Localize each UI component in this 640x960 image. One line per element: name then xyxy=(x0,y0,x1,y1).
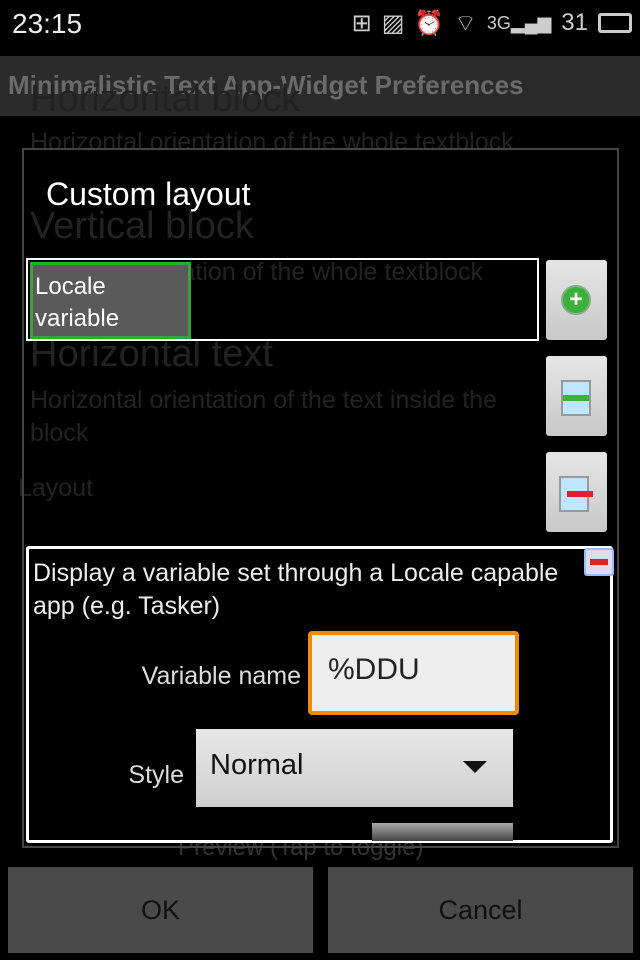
list-item[interactable]: Locale variable xyxy=(30,262,191,339)
clock: 23:15 xyxy=(12,8,83,39)
variable-name-label: Variable name xyxy=(141,662,301,690)
insert-icon xyxy=(561,380,591,416)
pref-title: Horizontal block xyxy=(30,78,301,120)
alarm-icon: ⏰ xyxy=(414,9,445,37)
style-dropdown[interactable]: Normal xyxy=(196,729,513,807)
dialog-title: Custom layout xyxy=(46,176,251,212)
partial-button[interactable] xyxy=(372,823,513,841)
wifi-icon: ⌔ xyxy=(454,10,477,37)
battery-level: 31 xyxy=(561,9,588,36)
image-icon: ▨ xyxy=(381,9,405,37)
variable-name-input[interactable]: %DDU xyxy=(308,631,519,715)
insert-button[interactable] xyxy=(546,356,607,436)
style-value: Normal xyxy=(210,749,304,781)
ok-button[interactable]: OK xyxy=(8,867,313,953)
add-icon: + xyxy=(561,285,591,315)
item-description: Display a variable set through a Locale … xyxy=(33,559,559,620)
status-icons: ⊞ ▨ ⏰ ⌔ 3G▂▄▆ 31 xyxy=(352,8,632,38)
remove-row-button[interactable] xyxy=(546,452,607,532)
status-bar: 23:15 ⊞ ▨ ⏰ ⌔ 3G▂▄▆ 31 xyxy=(0,0,640,56)
battery-icon xyxy=(598,13,632,33)
remove-item-icon[interactable] xyxy=(584,548,614,576)
chevron-down-icon xyxy=(463,761,487,773)
signal-3g-icon: 3G▂▄▆ xyxy=(486,12,552,33)
grid-icon: ⊞ xyxy=(351,9,372,37)
layout-list[interactable]: Locale variable xyxy=(26,258,539,341)
add-button[interactable]: + xyxy=(546,260,607,340)
style-label: Style xyxy=(128,761,184,789)
remove-row-icon xyxy=(559,476,593,512)
item-detail-panel: Display a variable set through a Locale … xyxy=(26,546,613,843)
cancel-button[interactable]: Cancel xyxy=(328,867,633,953)
